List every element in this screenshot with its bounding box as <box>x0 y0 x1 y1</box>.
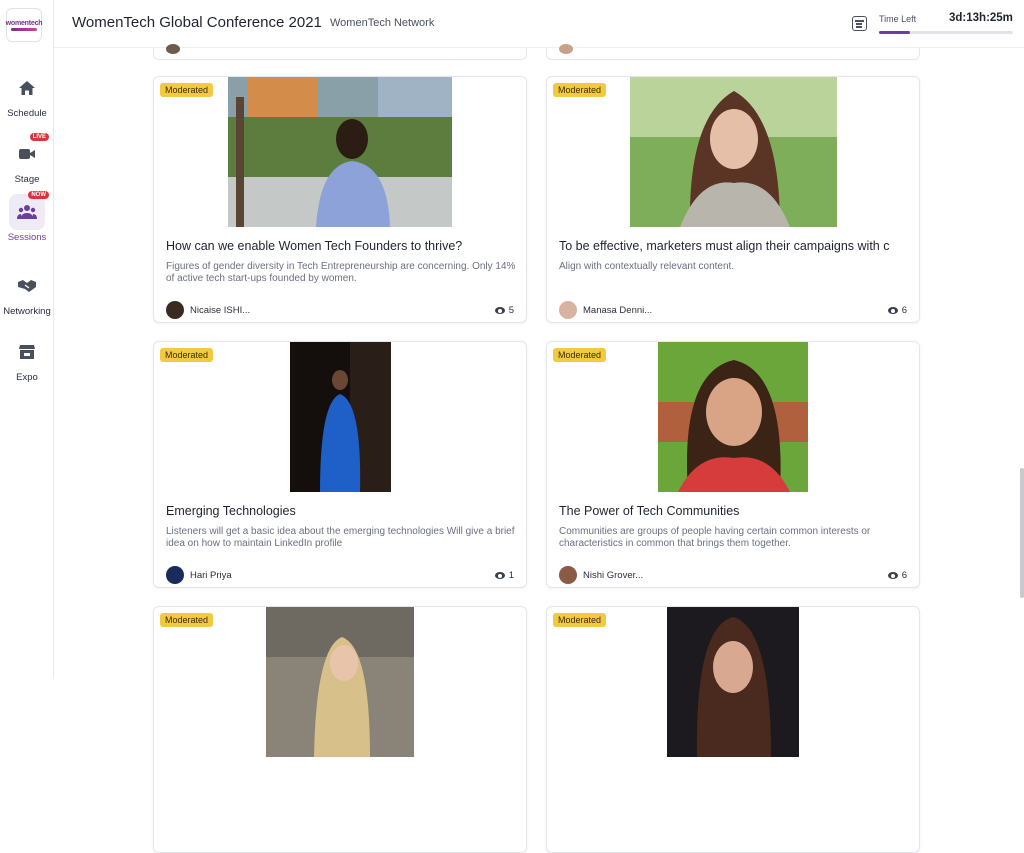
moderated-tag: Moderated <box>160 83 214 97</box>
moderated-tag: Moderated <box>553 83 607 97</box>
view-count: 6 <box>887 305 907 316</box>
eye-icon <box>494 307 505 314</box>
top-header: WomenTech Global Conference 2021 WomenTe… <box>54 0 1024 48</box>
speaker-avatar[interactable] <box>559 566 577 584</box>
session-card[interactable]: Moderated <box>546 606 920 853</box>
view-count-value: 6 <box>901 570 907 581</box>
moderated-tag: Moderated <box>160 613 214 627</box>
session-title[interactable]: To be effective, marketers must align th… <box>559 239 909 253</box>
session-description: Communities are groups of people having … <box>559 526 871 549</box>
sidebar-item-label: Expo <box>16 372 38 383</box>
moderated-tag: Moderated <box>160 348 214 362</box>
video-camera-icon: LIVE <box>9 133 49 172</box>
view-count: 6 <box>887 570 907 581</box>
eye-icon <box>887 572 898 579</box>
live-badge: LIVE <box>29 133 49 141</box>
logo-text: womentech <box>5 19 43 27</box>
now-badge: NOW <box>28 191 49 199</box>
session-title[interactable]: Emerging Technologies <box>166 504 516 518</box>
people-group-icon: NOW <box>9 191 49 230</box>
session-photo <box>658 342 808 492</box>
moderated-tag: Moderated <box>553 613 607 627</box>
session-title[interactable]: How can we enable Women Tech Founders to… <box>166 239 516 253</box>
sidebar-item-expo[interactable]: Expo <box>0 334 54 383</box>
handshake-icon <box>9 268 45 304</box>
store-icon <box>9 334 45 370</box>
session-photo <box>630 77 837 227</box>
time-left-label: Time Left <box>879 14 917 24</box>
sessions-grid: Moderated How can we enable Women Tech F… <box>54 44 1024 853</box>
session-photo <box>290 342 391 492</box>
sidebar-item-sessions[interactable]: NOW Sessions <box>0 191 54 243</box>
logo-stripe <box>11 27 37 31</box>
eye-icon <box>887 307 898 314</box>
sidebar-item-schedule[interactable]: Schedule <box>0 70 54 119</box>
time-left-progress <box>879 31 1013 34</box>
speaker-avatar[interactable] <box>559 301 577 319</box>
session-photo <box>266 607 414 757</box>
session-title[interactable]: The Power of Tech Communities <box>559 504 909 518</box>
moderated-tag: Moderated <box>553 348 607 362</box>
scrollbar[interactable] <box>1020 468 1024 598</box>
view-count-value: 6 <box>901 305 907 316</box>
sidebar-item-stage[interactable]: LIVE Stage <box>0 133 54 185</box>
view-count: 1 <box>494 570 514 581</box>
previous-card-bottom <box>546 44 920 60</box>
home-icon <box>9 70 45 106</box>
speaker-name[interactable]: Nicaise ISHI... <box>190 305 250 316</box>
session-description: Listeners will get a basic idea about th… <box>166 526 515 549</box>
session-card[interactable]: Moderated The Power of Tech Communities … <box>546 341 920 588</box>
previous-card-bottom <box>153 44 527 60</box>
sidebar-item-label: Stage <box>14 174 40 185</box>
session-card[interactable]: Moderated Emerging Technologies Listener… <box>153 341 527 588</box>
session-photo <box>228 77 452 227</box>
sidebar-item-label: Sessions <box>7 232 47 243</box>
session-description: Align with contextually relevant content… <box>559 261 735 272</box>
session-photo <box>667 607 799 757</box>
session-card[interactable]: Moderated How can we enable Women Tech F… <box>153 76 527 323</box>
session-card[interactable]: Moderated <box>153 606 527 853</box>
sidebar: womentech Schedule LIVE Stage NOW Sessio… <box>0 0 54 679</box>
time-left-value: 3d:13h:25m <box>949 12 1013 24</box>
avatar <box>166 44 180 54</box>
view-count-value: 1 <box>508 570 514 581</box>
view-count: 5 <box>494 305 514 316</box>
sidebar-item-label: Networking <box>3 306 51 317</box>
speaker-avatar[interactable] <box>166 566 184 584</box>
time-left-progress-fill <box>879 31 910 34</box>
speaker-name[interactable]: Manasa Denni... <box>583 305 652 316</box>
organizer-name[interactable]: WomenTech Network <box>330 17 434 29</box>
eye-icon <box>494 572 505 579</box>
sidebar-item-networking[interactable]: Networking <box>0 268 54 317</box>
speaker-name[interactable]: Hari Priya <box>190 570 232 581</box>
speaker-name[interactable]: Nishi Grover... <box>583 570 643 581</box>
logo[interactable]: womentech <box>5 8 43 42</box>
avatar <box>559 44 573 54</box>
event-title: WomenTech Global Conference 2021 <box>72 14 322 31</box>
sidebar-item-label: Schedule <box>7 108 47 119</box>
session-card[interactable]: Moderated To be effective, marketers mus… <box>546 76 920 323</box>
view-count-value: 5 <box>508 305 514 316</box>
session-description: Figures of gender diversity in Tech Entr… <box>166 261 516 284</box>
speaker-avatar[interactable] <box>166 301 184 319</box>
calendar-icon[interactable] <box>852 16 867 31</box>
